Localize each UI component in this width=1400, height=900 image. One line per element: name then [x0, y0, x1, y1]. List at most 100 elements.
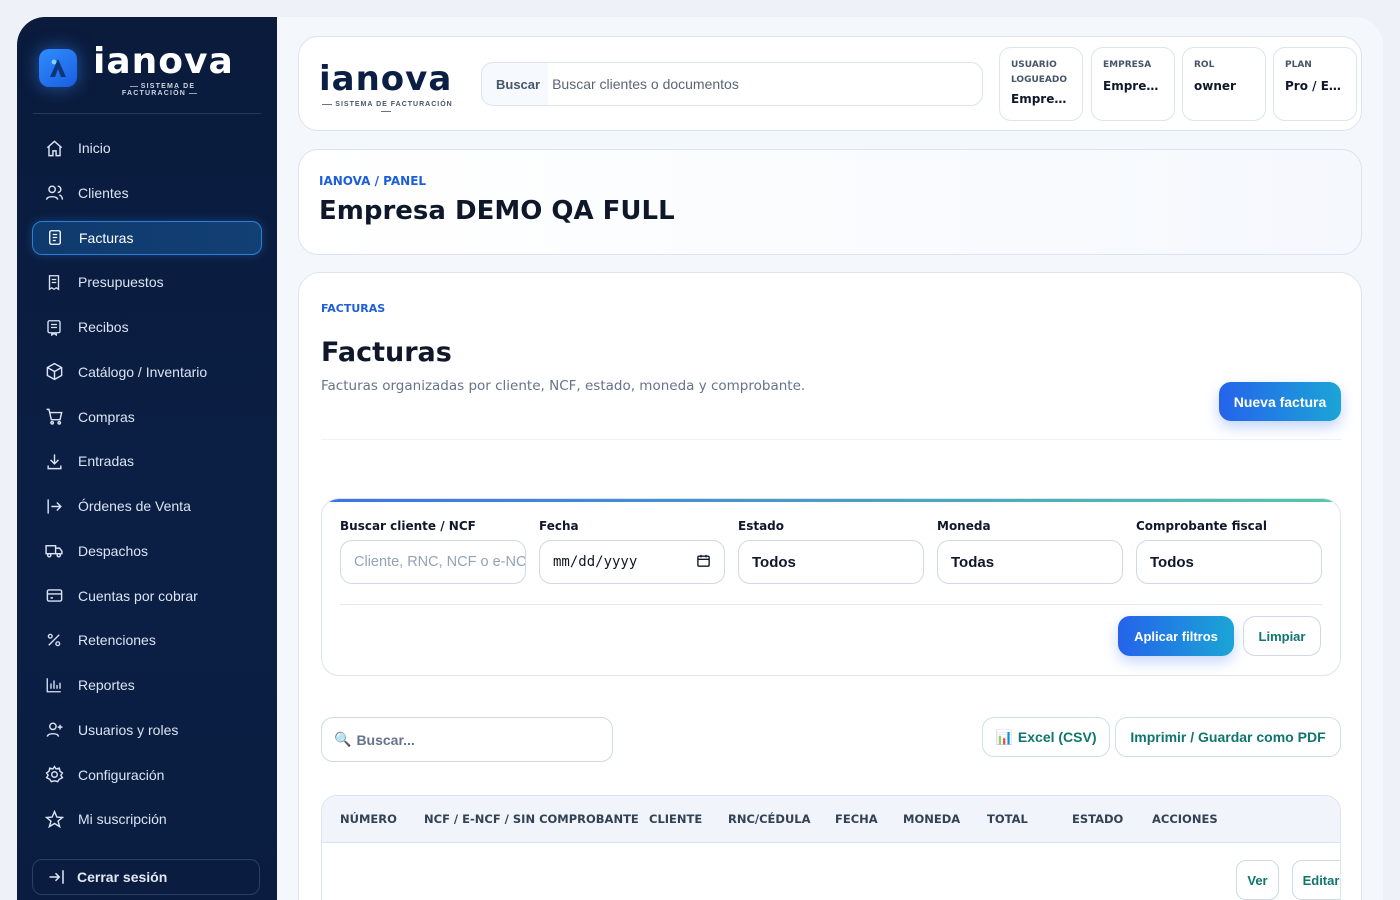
page-header: IANOVA / PANEL Empresa DEMO QA FULL: [298, 149, 1362, 255]
top-bar: ianova SISTEMA DE FACTURACIÓN Buscar USU…: [298, 36, 1362, 131]
user-info-label: USUARIO LOGUEADO: [1011, 60, 1067, 85]
column-header[interactable]: ACCIONES: [1152, 812, 1218, 826]
sidebar-item-recibos[interactable]: Recibos: [32, 310, 262, 344]
role-info-card: ROL owner: [1182, 47, 1266, 121]
sidebar-item-entradas[interactable]: Entradas: [32, 444, 262, 478]
sidebar-item-cuentas-cobrar[interactable]: Cuentas por cobrar: [32, 579, 262, 613]
sidebar-item-despachos[interactable]: Despachos: [32, 534, 262, 568]
column-header[interactable]: FECHA: [835, 812, 878, 826]
brand-name: ianova: [93, 41, 234, 82]
document-icon: [44, 272, 64, 292]
column-header[interactable]: MONEDA: [903, 812, 960, 826]
invoices-panel: FACTURAS Facturas Facturas organizadas p…: [298, 272, 1362, 900]
brand-logo-icon: [39, 49, 77, 87]
breadcrumb: IANOVA / PANEL: [319, 174, 427, 188]
sidebar-item-label: Entradas: [78, 453, 135, 470]
global-search-input[interactable]: [548, 63, 982, 105]
logout-button[interactable]: Cerrar sesión: [32, 859, 260, 895]
top-logo-tagline: SISTEMA DE FACTURACIÓN: [319, 101, 453, 115]
filter-search-input[interactable]: Cliente, RNC, NCF o e-NCF: [340, 540, 526, 584]
filter-status-select[interactable]: Todos: [738, 540, 924, 584]
column-header[interactable]: CLIENTE: [649, 812, 702, 826]
filters-panel: Buscar cliente / NCF Cliente, RNC, NCF o…: [321, 498, 1341, 676]
export-excel-button[interactable]: 📊 Excel (CSV): [982, 717, 1110, 757]
sidebar-item-label: Mi suscripción: [78, 811, 167, 828]
user-plus-icon: [44, 720, 64, 740]
sidebar-item-facturas[interactable]: Facturas: [32, 220, 262, 255]
home-icon: [44, 138, 64, 158]
search-label: Buscar: [496, 76, 541, 92]
filter-search-group: Buscar cliente / NCF Cliente, RNC, NCF o…: [340, 519, 526, 584]
sidebar-item-ordenes-venta[interactable]: Órdenes de Venta: [32, 489, 262, 523]
logout-icon: [47, 868, 67, 886]
column-header[interactable]: NÚMERO: [340, 812, 397, 826]
filter-status-group: Estado Todos: [738, 519, 924, 584]
date-placeholder: mm/dd/yyyy: [553, 554, 638, 570]
clear-filters-button[interactable]: Limpiar: [1243, 616, 1321, 656]
table-search-input[interactable]: 🔍 Buscar...: [321, 717, 613, 762]
role-info-value: owner: [1194, 79, 1236, 93]
logout-label: Cerrar sesión: [77, 869, 168, 885]
column-header[interactable]: ESTADO: [1072, 812, 1123, 826]
sidebar-item-label: Catálogo / Inventario: [78, 363, 208, 380]
top-logo-name: ianova: [319, 59, 453, 99]
box-icon: [44, 362, 64, 382]
sidebar-item-label: Presupuestos: [78, 274, 164, 291]
column-header[interactable]: RNC/CÉDULA: [728, 812, 811, 826]
filter-status-label: Estado: [738, 519, 785, 533]
plan-info-value: Pro / Empresa: [1285, 79, 1345, 93]
calendar-icon[interactable]: [696, 553, 711, 572]
section-kicker: FACTURAS: [321, 302, 386, 315]
bar-chart-icon: [44, 675, 64, 695]
filter-currency-select[interactable]: Todas: [937, 540, 1123, 584]
export-excel-label: Excel (CSV): [1017, 729, 1097, 745]
company-info-card: EMPRESA Empresa DEMO QA FULL: [1091, 47, 1175, 121]
new-invoice-button[interactable]: Nueva factura: [1219, 382, 1341, 421]
sidebar-item-reportes[interactable]: Reportes: [32, 668, 262, 702]
filter-date-input[interactable]: mm/dd/yyyy: [539, 540, 725, 584]
column-header[interactable]: TOTAL: [987, 812, 1028, 826]
edit-invoice-button[interactable]: Editar: [1292, 860, 1340, 900]
user-info-card: USUARIO LOGUEADO Empresa DEMO QA FULL: [999, 47, 1083, 121]
sidebar-item-usuarios-roles[interactable]: Usuarios y roles: [32, 713, 262, 747]
search-icon: 🔍: [334, 731, 352, 747]
section-description: Facturas organizadas por cliente, NCF, e…: [321, 378, 806, 394]
cart-icon: [44, 407, 64, 427]
receipt-list-icon: [44, 317, 64, 337]
filter-fiscal-label: Comprobante fiscal: [1136, 519, 1267, 533]
sidebar-item-label: Clientes: [78, 184, 129, 201]
download-icon: [44, 451, 64, 471]
sidebar-item-clientes[interactable]: Clientes: [32, 176, 262, 210]
sidebar-item-label: Retenciones: [78, 632, 156, 649]
filters-divider: [340, 604, 1322, 605]
sidebar-nav: Inicio Clientes Facturas Presupuestos Re…: [32, 131, 262, 847]
filter-date-group: Fecha mm/dd/yyyy: [539, 519, 725, 584]
filter-fiscal-select[interactable]: Todos: [1136, 540, 1322, 584]
filter-currency-group: Moneda Todas: [937, 519, 1123, 584]
sidebar-item-inicio[interactable]: Inicio: [32, 131, 262, 165]
print-pdf-button[interactable]: Imprimir / Guardar como PDF: [1115, 717, 1341, 757]
sidebar-brand[interactable]: ianova SISTEMA DE FACTURACIÓN: [39, 41, 259, 105]
star-icon: [44, 809, 64, 829]
card-icon: [44, 586, 64, 606]
sidebar-item-compras[interactable]: Compras: [32, 400, 262, 434]
apply-filters-button[interactable]: Aplicar filtros: [1118, 616, 1234, 656]
filter-search-label: Buscar cliente / NCF: [340, 519, 476, 533]
sidebar-item-label: Facturas: [79, 229, 134, 246]
top-logo[interactable]: ianova SISTEMA DE FACTURACIÓN: [319, 55, 459, 111]
sidebar: ianova SISTEMA DE FACTURACIÓN Inicio Cli…: [17, 17, 277, 900]
sidebar-item-label: Reportes: [78, 677, 135, 693]
receipt-icon: [45, 228, 65, 248]
sidebar-item-suscripcion[interactable]: Mi suscripción: [32, 802, 262, 836]
sidebar-item-label: Configuración: [78, 766, 165, 783]
company-info-value: Empresa DEMO QA FULL: [1103, 79, 1163, 93]
sidebar-item-retenciones[interactable]: Retenciones: [32, 623, 262, 657]
sidebar-item-catalogo[interactable]: Catálogo / Inventario: [32, 355, 262, 389]
sidebar-item-configuracion[interactable]: Configuración: [32, 758, 262, 792]
sidebar-item-presupuestos[interactable]: Presupuestos: [32, 265, 262, 299]
column-header[interactable]: NCF / E-NCF / SIN COMPROBANTE: [424, 812, 639, 826]
brand-tagline: SISTEMA DE FACTURACIÓN: [95, 83, 227, 97]
user-info-value: Empresa DEMO QA FULL: [1011, 92, 1071, 106]
filter-currency-label: Moneda: [937, 519, 991, 533]
view-invoice-button[interactable]: Ver: [1236, 860, 1279, 900]
